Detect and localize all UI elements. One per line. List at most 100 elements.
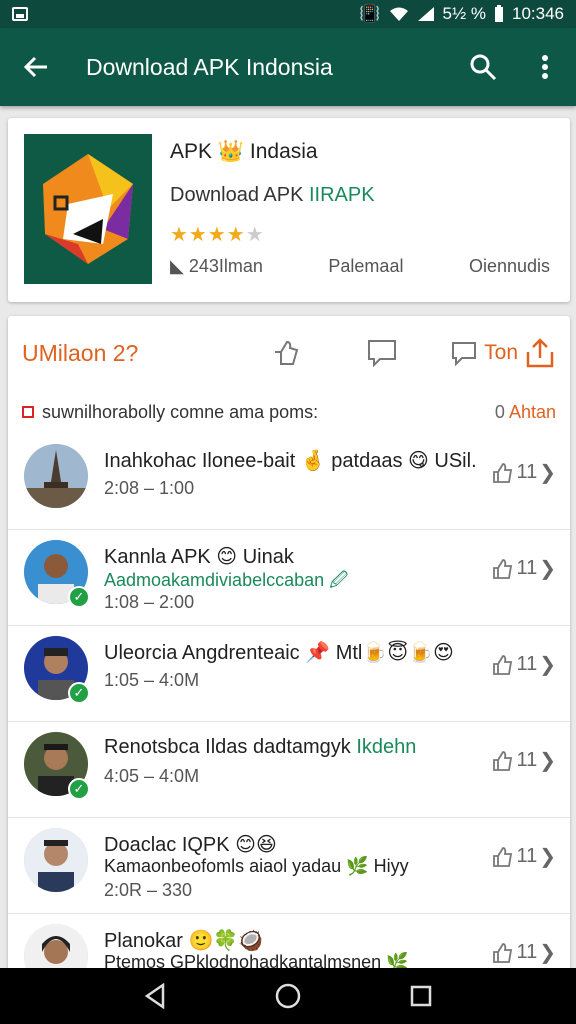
chevron-right-icon: ❯ [539, 846, 556, 868]
comment-list: Inahkohac Ilonee-bait 🤞 patdaas 😋 USil. … [8, 434, 570, 976]
chevron-right-icon: ❯ [539, 558, 556, 580]
list-item[interactable]: ✓ Uleorcia Angdrenteaic 📌 Mtl🍺😇🍺😍 1:05 –… [8, 626, 570, 722]
comment-time: 1:05 – 4:0M [104, 670, 200, 690]
app-subtitle: Download APK IIRAPK [170, 184, 375, 207]
signal-icon [417, 7, 434, 21]
comment-time: 4:05 – 4:0M [104, 766, 200, 786]
arrow-back-icon [23, 56, 47, 78]
category-label: Palemaal [328, 256, 404, 276]
like-count: 11 [516, 941, 538, 963]
notice-bar: suwnilhorabolly comne ama poms: 0 Ahtan [22, 398, 556, 426]
comment-title: Renotsbca Ildas dadtamgyk Ikdehn [104, 736, 416, 759]
vibrate-icon: 📳 [359, 4, 381, 23]
system-nav-bar [0, 968, 576, 1024]
comment-title: Uleorcia Angdrenteaic 📌 Mtl🍺😇🍺😍 [104, 642, 454, 664]
developer-label: Oiennudis [468, 256, 550, 276]
comment-time: 1:08 – 2:00 [104, 592, 195, 612]
verified-check-icon: ✓ [68, 682, 90, 704]
alert-square-icon [22, 406, 34, 418]
overflow-menu-button[interactable] [514, 28, 576, 106]
chevron-right-icon: ❯ [539, 654, 556, 676]
feed-header-label: UMilaon 2? [22, 339, 139, 366]
thumb-up-icon [493, 846, 513, 867]
comment-time: 2:08 – 1:00 [104, 478, 195, 498]
thumb-up-icon [493, 942, 513, 963]
gallery-notification-icon [12, 7, 28, 21]
like-count-button[interactable]: 11 ❯ [492, 460, 556, 485]
more-vert-icon [542, 55, 548, 79]
comment-title: Planokar 🙂🍀🥥 [104, 930, 264, 952]
rating-stars: ★★★★★ [170, 222, 265, 247]
app-bar: Download APK Indonsia [0, 28, 576, 106]
app-meta: ◣ 243Ilman Palemaal Oiennudis [170, 256, 550, 277]
page-title: Download APK Indonsia [86, 53, 333, 80]
avatar [24, 444, 88, 508]
clock: 10:346 [512, 4, 564, 23]
like-count-button[interactable]: 11 ❯ [492, 652, 556, 677]
verified-check-icon: ✓ [68, 778, 90, 800]
list-item[interactable]: ✓ Renotsbca Ildas dadtamgyk Ikdehn 4:05 … [8, 722, 570, 818]
app-subtitle-highlight: IIRAPK [308, 184, 375, 206]
share-icon [526, 338, 554, 368]
list-item[interactable]: Planokar 🙂🍀🥥 Ptemos GPklodnohadkantalmsn… [8, 914, 570, 976]
thumb-up-icon [493, 654, 513, 675]
battery-icon [495, 5, 503, 22]
app-name: APK 👑 Indasia [170, 140, 318, 164]
avatar [24, 828, 88, 892]
like-count-button[interactable]: 11 ❯ [492, 556, 556, 581]
crown-icon: 👑 [217, 140, 245, 163]
comment-title: Doaclac IQPK 😊😆 [104, 834, 277, 856]
thumb-up-icon [493, 558, 513, 579]
like-count-button[interactable]: 11 ❯ [492, 940, 556, 965]
comment-title: Inahkohac Ilonee-bait 🤞 patdaas 😋 USil. [104, 450, 477, 472]
list-item[interactable]: ✓ Kannla APK 😊 Uinak Aadmoakamdiviabelcc… [8, 530, 570, 626]
wifi-icon [389, 7, 408, 21]
like-count-button[interactable]: 11 ❯ [492, 844, 556, 869]
home-nav-icon[interactable] [274, 982, 302, 1010]
status-bar: 📳 5½ % 10:346 [0, 0, 576, 28]
like-count-button[interactable]: 11 ❯ [492, 748, 556, 773]
downloads-count: ◣ 243Ilman [170, 256, 263, 277]
like-count: 11 [516, 557, 538, 579]
app-subtitle-text: Download APK [170, 184, 309, 206]
rating-half-star: ★ [245, 224, 265, 246]
back-button[interactable] [0, 28, 72, 106]
app-info-card[interactable]: APK 👑 Indasia Download APK IIRAPK ★★★★★ … [8, 118, 570, 302]
comment-time: 2:0R – 330 [104, 880, 193, 900]
like-button[interactable] [258, 338, 314, 368]
chevron-right-icon: ❯ [539, 462, 556, 484]
download-icon: ◣ [170, 256, 184, 276]
notice-right-prefix: 0 [494, 401, 505, 422]
comment-text: Kamaonbeofomls aiaol yadau 🌿 Hiyy [104, 856, 409, 876]
back-nav-icon[interactable] [143, 983, 167, 1009]
search-button[interactable] [452, 28, 514, 106]
thumb-up-icon [493, 462, 513, 483]
comment-button[interactable] [354, 338, 410, 368]
verified-check-icon: ✓ [68, 586, 90, 608]
share-label: Ton [484, 341, 518, 364]
like-count: 11 [516, 749, 538, 771]
notice-text: suwnilhorabolly comne ama poms: [42, 401, 319, 422]
like-count: 11 [516, 461, 538, 483]
comment-title-highlight: Ikdehn [356, 736, 417, 758]
like-count: 11 [516, 845, 538, 867]
list-item[interactable]: Doaclac IQPK 😊😆 Kamaonbeofomls aiaol yad… [8, 818, 570, 914]
comments-feed: UMilaon 2? Ton suwnilhorabolly comne ama… [8, 316, 570, 976]
feed-actions: UMilaon 2? Ton [8, 316, 570, 390]
like-count: 11 [516, 653, 538, 675]
chevron-right-icon: ❯ [539, 942, 556, 964]
notice-right[interactable]: 0 Ahtan [495, 402, 556, 423]
comment-icon [368, 340, 397, 368]
comment-title-text: Renotsbca Ildas dadtamgyk [104, 736, 351, 758]
app-logo [24, 134, 152, 284]
share-button[interactable]: Ton [450, 338, 556, 368]
downloads-text: 243Ilman [188, 256, 263, 276]
thumb-icon [275, 340, 299, 365]
recents-nav-icon[interactable] [409, 984, 433, 1008]
list-item[interactable]: Inahkohac Ilonee-bait 🤞 patdaas 😋 USil. … [8, 434, 570, 530]
chat-icon [452, 342, 477, 366]
notice-right-text: Ahtan [508, 401, 556, 422]
thumb-up-icon [493, 750, 513, 771]
search-icon [470, 54, 497, 81]
chevron-right-icon: ❯ [539, 750, 556, 772]
